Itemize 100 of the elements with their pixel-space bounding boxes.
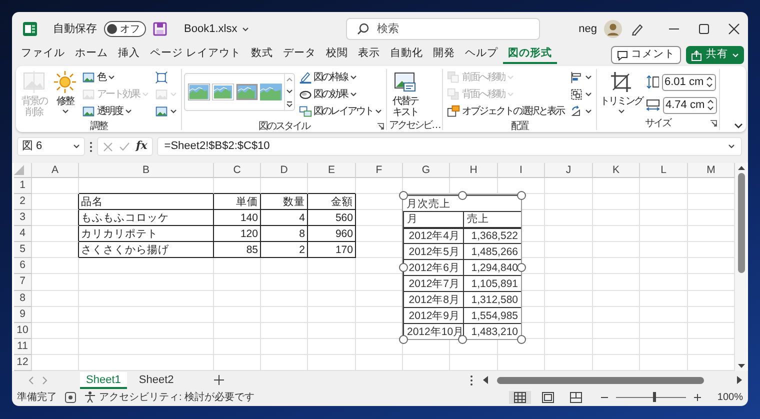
column-header[interactable]: A: [32, 163, 79, 178]
more-icon[interactable]: [286, 100, 292, 107]
column-header[interactable]: G: [403, 163, 450, 178]
collapse-ribbon-icon[interactable]: [734, 123, 743, 129]
row-header[interactable]: 1: [14, 178, 32, 194]
resize-handle[interactable]: [398, 262, 408, 272]
maximize-icon[interactable]: [698, 23, 710, 35]
macro-icon[interactable]: [65, 392, 76, 402]
height-icon: [646, 75, 658, 89]
column-header[interactable]: D: [261, 163, 308, 178]
more-icon[interactable]: [470, 374, 473, 386]
menu-tab[interactable]: データ: [278, 46, 321, 64]
file-name-button[interactable]: Book1.xlsx: [182, 20, 252, 38]
add-sheet-icon[interactable]: [214, 375, 224, 385]
row-header[interactable]: 10: [14, 322, 32, 339]
column-header[interactable]: H: [450, 163, 498, 178]
column-header[interactable]: M: [688, 163, 735, 178]
row-header[interactable]: 12: [14, 354, 32, 371]
column-header[interactable]: B: [79, 163, 214, 178]
column-header[interactable]: L: [640, 163, 688, 178]
comment-button[interactable]: コメント: [611, 46, 681, 64]
sheet-tab[interactable]: Sheet2: [132, 372, 180, 388]
scroll-down-icon[interactable]: [286, 88, 292, 94]
size-field[interactable]: 4.74 cm: [662, 96, 717, 114]
scroll-down-icon[interactable]: [738, 364, 744, 369]
row-header[interactable]: 9: [14, 306, 32, 323]
scroll-right-icon[interactable]: [737, 376, 742, 384]
row-header[interactable]: 8: [14, 290, 32, 307]
row-header[interactable]: 4: [14, 226, 32, 242]
search-field[interactable]: 検索: [346, 18, 540, 40]
row-header[interactable]: 2: [14, 194, 32, 210]
table-cell: 品名: [79, 194, 214, 210]
save-icon[interactable]: [153, 22, 167, 36]
ribbon-button[interactable]: トリミング: [599, 69, 644, 117]
accessibility-icon[interactable]: [84, 391, 96, 403]
linked-picture[interactable]: 月次売上 月 売上 2012年4月 1,368,522 2012年5月 1,485,266 2012年6月 1,294,840 2012年7月 1,105,891 2012年8月 1,312,580 2012年9月 1,554,985 2012年10月 1,483,210: [403, 195, 521, 339]
menu-tab[interactable]: 数式: [246, 46, 278, 64]
ribbon-button[interactable]: 透明度: [80, 103, 150, 120]
table-cell: さくさくから揚げ: [79, 242, 214, 258]
formula-field[interactable]: =Sheet2!$B$2:$C$10: [157, 137, 742, 156]
column-header[interactable]: J: [545, 163, 593, 178]
ribbon-button[interactable]: 図のレイアウト: [296, 103, 384, 120]
row-header[interactable]: 5: [14, 242, 32, 258]
menu-tab[interactable]: ファイル: [16, 46, 70, 64]
ribbon-button[interactable]: 修整: [52, 69, 78, 120]
menu-tab[interactable]: ヘルプ: [460, 46, 503, 64]
zoom-slider-thumb[interactable]: [652, 392, 656, 402]
column-header[interactable]: F: [356, 163, 403, 178]
scroll-left-icon[interactable]: [483, 376, 488, 384]
insert-function-button[interactable]: fx: [136, 138, 148, 155]
ribbon-button[interactable]: 図の枠線: [296, 69, 384, 86]
sheet-tab[interactable]: Sheet1: [80, 372, 127, 388]
menu-tab[interactable]: 開発: [428, 46, 460, 64]
column-header[interactable]: I: [498, 163, 545, 178]
autosave-toggle[interactable]: オフ: [104, 21, 146, 37]
menu-tab[interactable]: 表示: [352, 46, 385, 64]
resize-handle[interactable]: [458, 190, 466, 200]
size-field[interactable]: 6.01 cm: [662, 74, 716, 90]
zoom-in-icon[interactable]: [694, 394, 702, 400]
dialog-launcher-icon[interactable]: [710, 120, 717, 127]
close-icon[interactable]: [728, 23, 740, 35]
ribbon-button[interactable]: オブジェクトの選択と表示: [445, 103, 566, 120]
column-header[interactable]: E: [308, 163, 356, 178]
dialog-launcher-icon[interactable]: [377, 123, 384, 130]
column-header[interactable]: C: [214, 163, 261, 178]
table-cell: 8: [261, 226, 308, 242]
picture-icon: [82, 105, 95, 118]
row-header[interactable]: 11: [14, 338, 32, 355]
style-thumbnail[interactable]: [236, 83, 258, 101]
row-header[interactable]: 6: [14, 258, 32, 274]
row-header[interactable]: 3: [14, 210, 32, 226]
scroll-thumb[interactable]: [738, 173, 744, 273]
scroll-thumb[interactable]: [497, 376, 704, 384]
zoom-level[interactable]: 100%: [717, 390, 743, 404]
column-header[interactable]: K: [593, 163, 640, 178]
scroll-up-icon[interactable]: [738, 165, 744, 170]
menu-tab[interactable]: ホーム: [70, 46, 113, 64]
ribbon-button[interactable]: 図の効果: [296, 86, 384, 103]
table-cell: 単価: [214, 194, 261, 210]
accessibility-status[interactable]: アクセシビリティ: 検討が必要です: [99, 390, 255, 404]
style-thumbnail[interactable]: [260, 83, 282, 101]
ribbon-button[interactable]: 代替テキスト: [389, 69, 421, 119]
ribbon-button[interactable]: 色: [80, 69, 150, 86]
share-button[interactable]: 共有: [686, 46, 744, 64]
menu-tab[interactable]: 図の形式: [502, 46, 557, 64]
more-icon[interactable]: [89, 140, 93, 152]
resize-handle[interactable]: [398, 190, 408, 200]
style-thumbnail[interactable]: [188, 83, 210, 101]
row-header[interactable]: 7: [14, 274, 32, 290]
style-thumbnail[interactable]: [212, 83, 234, 101]
menu-tab[interactable]: ページ レイアウト: [145, 46, 246, 64]
resize-handle[interactable]: [516, 190, 526, 200]
name-box[interactable]: 図 6: [17, 137, 85, 156]
layout-icon: [298, 105, 312, 118]
menu-tab[interactable]: 自動化: [384, 46, 428, 64]
view-button[interactable]: [509, 390, 532, 404]
group-label: 配置: [511, 120, 528, 134]
resize-handle[interactable]: [398, 334, 408, 344]
menu-tab[interactable]: 校閲: [320, 46, 353, 64]
menu-tab[interactable]: 挿入: [113, 46, 145, 64]
